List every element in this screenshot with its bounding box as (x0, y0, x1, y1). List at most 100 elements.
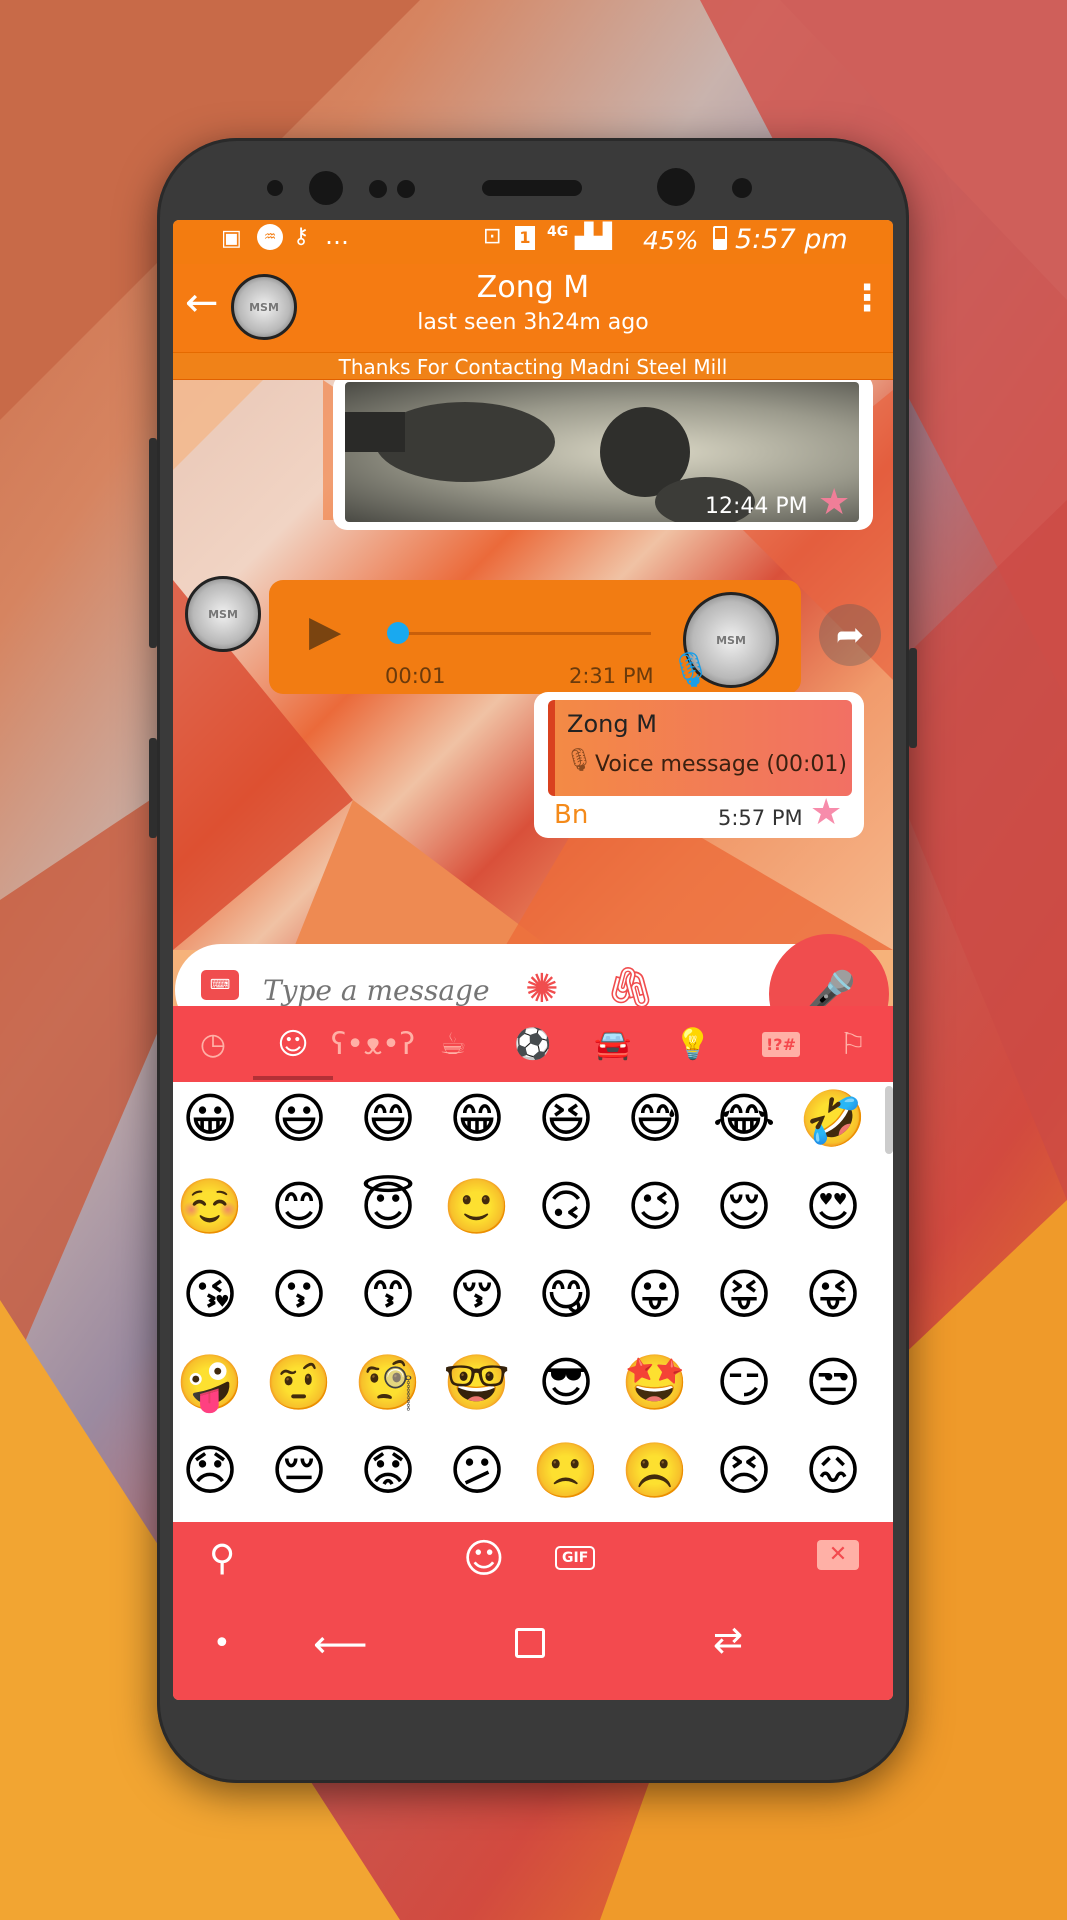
avatar-label: MSM (208, 607, 238, 621)
attach-icon[interactable]: 🖇 (605, 964, 656, 1011)
emoji-key[interactable]: 😙 (355, 1262, 421, 1328)
emoji-key[interactable]: 😜 (800, 1262, 866, 1328)
emoji-key[interactable]: 😌 (711, 1174, 777, 1240)
forward-button[interactable]: ➦ (819, 604, 881, 666)
emoji-key[interactable]: 😖 (800, 1438, 866, 1504)
emoji-key[interactable]: 😇 (355, 1174, 421, 1240)
nav-dot-icon[interactable]: • (213, 1626, 231, 1661)
nav-back-icon[interactable]: ⟵ (313, 1622, 367, 1666)
backspace-icon[interactable]: ✕ (817, 1540, 859, 1570)
contact-name[interactable]: Zong M (433, 270, 633, 305)
emoji-key[interactable]: 😛 (622, 1262, 688, 1328)
emoji-key[interactable]: 😘 (177, 1262, 243, 1328)
app-notification-icon: ♒ (257, 224, 283, 250)
emoji-key[interactable]: 😄 (355, 1086, 421, 1152)
emoji-key[interactable]: 😣 (711, 1438, 777, 1504)
tab-flags-icon[interactable]: ⚐ (829, 1020, 877, 1068)
emoji-key[interactable]: 😟 (355, 1438, 421, 1504)
emoji-key[interactable]: 😀 (177, 1086, 243, 1152)
front-camera (657, 168, 695, 206)
emoji-key[interactable]: 🤣 (799, 1086, 866, 1152)
system-nav-bar: • ⟵ ⇄ (173, 1598, 893, 1700)
star-icon[interactable]: ★ (818, 482, 850, 523)
key-icon: ⚷ (293, 224, 310, 249)
emoji-key[interactable]: 😆 (533, 1086, 599, 1152)
tab-recent-icon[interactable]: ◷ (189, 1020, 237, 1068)
emoji-key[interactable]: 😔 (266, 1438, 332, 1504)
sender-avatar[interactable]: MSM (185, 576, 261, 652)
emoji-key[interactable]: 😃 (266, 1086, 332, 1152)
voice-message[interactable]: ▶ 00:01 2:31 PM MSM 🎙 (269, 580, 801, 694)
emoji-key[interactable]: 🤨 (265, 1350, 332, 1416)
phone-screen: ▣ ♒ ⚷ … ⊡ 1 4G ▟▟ 45% 5:57 pm ← MSM Zong… (173, 220, 893, 1700)
quoted-sender: Zong M (567, 710, 657, 738)
keyboard-toolbar: ⚲ ☺ GIF ✕ (173, 1522, 893, 1598)
reply-star-icon[interactable]: ★ (810, 792, 842, 833)
contact-avatar[interactable]: MSM (231, 274, 297, 340)
emoji-key[interactable]: 😅 (622, 1086, 688, 1152)
overflow-menu-icon[interactable]: ⋮ (849, 278, 885, 319)
emoji-key[interactable]: 😁 (444, 1086, 510, 1152)
sensor-dot (732, 178, 752, 198)
keyboard-icon[interactable]: ⌨ (201, 970, 239, 1000)
status-bar: ▣ ♒ ⚷ … ⊡ 1 4G ▟▟ 45% 5:57 pm (173, 220, 893, 264)
audio-time: 2:31 PM (569, 664, 654, 688)
emoji-key[interactable]: 😗 (266, 1262, 332, 1328)
emoji-key[interactable]: 🧐 (354, 1350, 421, 1416)
audio-seek-handle[interactable] (387, 622, 409, 644)
emoji-key[interactable]: 😕 (444, 1438, 510, 1504)
tab-travel-icon[interactable]: 🚘 (589, 1020, 637, 1068)
quoted-text: Voice message (00:01) (595, 752, 847, 777)
chat-area[interactable]: 12:44 PM ★ MSM ▶ 00:01 2:31 PM MSM 🎙 ➦ Z… (173, 380, 893, 950)
emoji-key[interactable]: 🙃 (533, 1174, 599, 1240)
emoji-key[interactable]: 😋 (533, 1262, 599, 1328)
emoji-key[interactable]: 🤪 (176, 1350, 243, 1416)
emoji-category-tabs: ◷ ☺ ʕ•ᴥ•ʔ ☕ ⚽ 🚘 💡 !?# ⚐ (173, 1006, 893, 1082)
emoji-key[interactable]: 🙁 (532, 1438, 599, 1504)
clock: 5:57 pm (735, 224, 848, 255)
audio-duration: 00:01 (385, 664, 446, 688)
tab-symbols-icon[interactable]: !?# (751, 1020, 811, 1068)
emoji-key[interactable]: 🤩 (621, 1350, 688, 1416)
nav-home-icon[interactable] (515, 1628, 545, 1658)
tab-sports-icon[interactable]: ⚽ (509, 1020, 557, 1068)
emoji-key[interactable]: 😒 (800, 1350, 866, 1416)
play-icon[interactable]: ▶ (309, 606, 341, 655)
nav-recents-icon[interactable]: ⇄ (713, 1620, 743, 1661)
reply-message[interactable]: Zong M 🎙 Voice message (00:01) Bn 5:57 P… (534, 692, 864, 838)
emoji-key[interactable]: 😂 (711, 1086, 777, 1152)
gif-button[interactable]: GIF (555, 1546, 596, 1570)
audio-seekbar[interactable] (391, 632, 651, 635)
emoji-key[interactable]: 😝 (711, 1262, 777, 1328)
tab-smileys-icon[interactable]: ☺ (269, 1020, 317, 1068)
sensor-dot (267, 180, 283, 196)
emoji-key[interactable]: 😍 (800, 1174, 866, 1240)
emoji-key[interactable]: 🤓 (443, 1350, 510, 1416)
quoted-message[interactable]: Zong M 🎙 Voice message (00:01) (548, 700, 852, 796)
search-icon[interactable]: ⚲ (209, 1538, 235, 1579)
more-notifications: … (325, 222, 349, 250)
reply-time: 5:57 PM (718, 806, 803, 830)
emoji-mode-icon[interactable]: ☺ (463, 1536, 505, 1582)
emoji-key[interactable]: 😉 (622, 1174, 688, 1240)
image-message[interactable]: 12:44 PM ★ (333, 380, 873, 530)
tab-animals-icon[interactable]: ʕ•ᴥ•ʔ (331, 1020, 415, 1068)
tab-objects-icon[interactable]: 💡 (669, 1020, 717, 1068)
back-arrow-icon[interactable]: ← (185, 280, 219, 326)
emoji-key[interactable]: 😞 (177, 1438, 243, 1504)
emoji-key[interactable]: ☹️ (621, 1438, 688, 1504)
last-seen: last seen 3h24m ago (417, 310, 649, 335)
earpiece-speaker (482, 180, 582, 196)
emoji-key[interactable]: ☺️ (176, 1174, 243, 1240)
iris-camera (309, 171, 343, 205)
emoji-key[interactable]: 🙂 (443, 1174, 510, 1240)
grid-scrollbar[interactable] (885, 1086, 893, 1154)
tab-food-icon[interactable]: ☕ (429, 1020, 477, 1068)
emoji-key[interactable]: 😏 (711, 1350, 777, 1416)
emoji-key[interactable]: 😎 (533, 1350, 599, 1416)
signal-icon: ▟▟ (575, 222, 612, 250)
emoji-key[interactable]: 😊 (266, 1174, 332, 1240)
reply-body: Bn (554, 800, 589, 830)
emoji-key[interactable]: 😚 (444, 1262, 510, 1328)
sensor-dot (369, 180, 387, 198)
